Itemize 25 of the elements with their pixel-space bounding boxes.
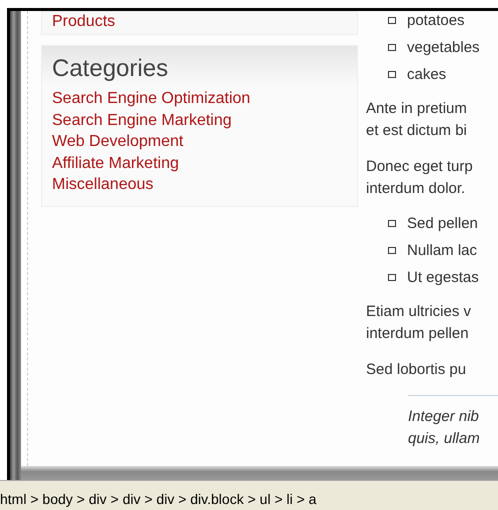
category-link[interactable]: Web Development [52,131,184,152]
paragraph: Etiam ultricies v interdum pellen [366,302,472,344]
list-item-text: Ut egestas [407,268,479,287]
square-bullet-icon [388,17,396,24]
category-link[interactable]: Affiliate Marketing [52,152,179,174]
blockquote-text: Integer nib quis, ullam [408,407,481,449]
list-item-text: cakes [407,65,446,84]
paragraph: Ante in pretium et est dictum bi [366,99,468,141]
list-item-text: vegetables [407,38,480,57]
products-link[interactable]: Products [52,12,357,32]
tag-path: html > body > div > div > div > div.block > ul > li > a [0,490,316,508]
square-bullet-icon [388,71,396,78]
list-item-text: Sed pellen [407,214,478,233]
square-bullet-icon [388,247,396,254]
list-item-text: potatoes [407,11,465,30]
square-bullet-icon [388,274,396,281]
category-link[interactable]: Search Engine Marketing [52,110,232,131]
paragraph: Sed lobortis pu [366,360,468,380]
categories-heading: Categories [52,54,170,84]
square-bullet-icon [388,44,396,51]
paragraph: Donec eget turp interdum dolor. [366,157,474,199]
category-link[interactable]: Miscellaneous [52,174,154,196]
list-item-text: Nullam lac [407,241,478,260]
square-bullet-icon [388,220,396,227]
category-link[interactable]: Search Engine Optimization [52,88,250,110]
